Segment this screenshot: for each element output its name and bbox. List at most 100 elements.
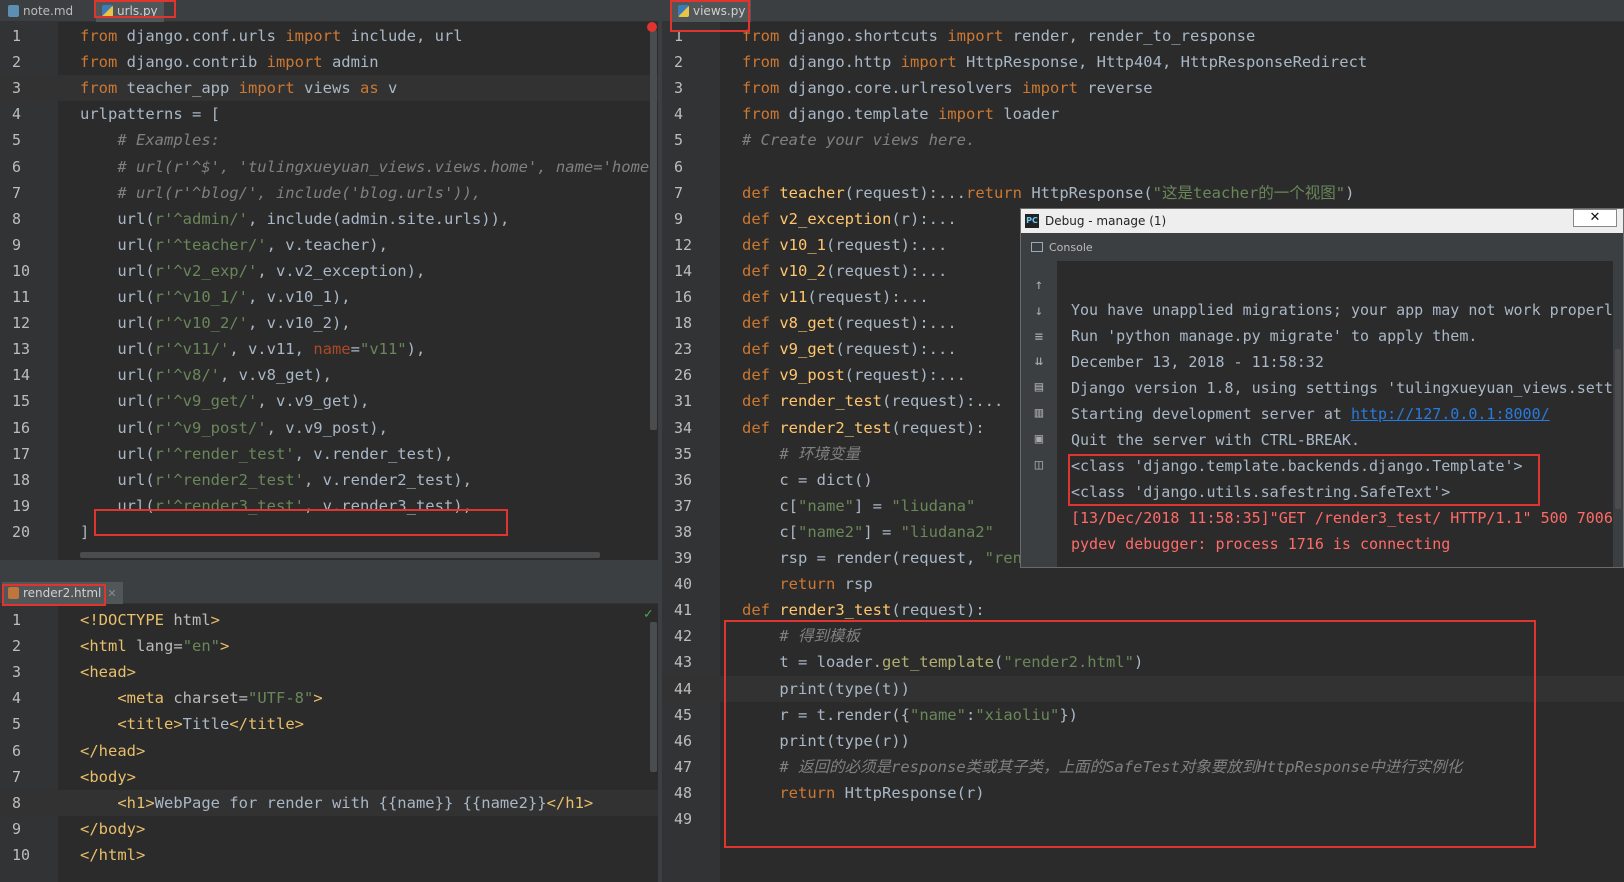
code-line[interactable]: 47 # 返回的必须是response类或其子类，上面的SafeTest对象要放… <box>662 754 1624 780</box>
terminal-icon[interactable]: ▣ <box>1031 431 1047 447</box>
code-line[interactable]: 13 url(r'^v11/', v.v11, name="v11"), <box>0 336 660 362</box>
tab-views-py[interactable]: views.py <box>672 0 752 22</box>
code-line[interactable]: 15 url(r'^v9_get/', v.v9_get), <box>0 388 660 414</box>
code-line[interactable]: 14 url(r'^v8/', v.v8_get), <box>0 362 660 388</box>
code-text: def render_test(request):... <box>742 392 1004 411</box>
urls-vscroll[interactable] <box>650 30 657 430</box>
render2-vscroll[interactable] <box>650 622 657 772</box>
debug-titlebar[interactable]: PC Debug - manage (1) ✕ <box>1021 209 1623 233</box>
tab-urls-py[interactable]: urls.py <box>96 0 164 22</box>
code-line[interactable]: 1 <!DOCTYPE html> <box>0 607 660 633</box>
tab-note-md[interactable]: note.md <box>2 0 79 22</box>
code-line[interactable]: 4 <meta charset="UTF-8"> <box>0 685 660 711</box>
print-icon[interactable]: ▤ <box>1031 379 1047 395</box>
code-line[interactable]: 2 <html lang="en"> <box>0 633 660 659</box>
code-text: from django.http import HttpResponse, Ht… <box>742 53 1368 72</box>
code-line[interactable]: 6 <box>662 154 1624 180</box>
code-line[interactable]: 10 </html> <box>0 842 660 868</box>
line-number: 40 <box>674 575 693 594</box>
close-tab-icon[interactable]: ✕ <box>107 587 116 600</box>
code-line[interactable]: 5 <title>Title</title> <box>0 711 660 737</box>
code-line[interactable]: 1 from django.conf.urls import include, u… <box>0 23 660 49</box>
code-line[interactable]: 3 from django.core.urlresolvers import re… <box>662 75 1624 101</box>
code-line[interactable]: 16 url(r'^v9_post/', v.v9_post), <box>0 415 660 441</box>
arrow-up-icon[interactable]: ↑ <box>1031 277 1047 293</box>
console-text: Starting development server at <box>1071 405 1351 423</box>
code-line[interactable]: 49 <box>662 806 1624 832</box>
code-line[interactable]: 4 from django.template import loader <box>662 101 1624 127</box>
code-line[interactable]: 43 t = loader.get_template("render2.html… <box>662 649 1624 675</box>
line-number: 6 <box>12 741 22 760</box>
code-text: # 返回的必须是response类或其子类，上面的SafeTest对象要放到Ht… <box>779 757 1463 776</box>
code-text: def render2_test(request): <box>742 418 985 437</box>
trash-icon[interactable]: ▥ <box>1031 405 1047 421</box>
line-number: 4 <box>674 105 684 124</box>
code-line[interactable]: 7 <body> <box>0 764 660 790</box>
debug-window[interactable]: PC Debug - manage (1) ✕ Console ↑ ↓ ≡ ⇊ … <box>1020 208 1624 568</box>
code-text: </html> <box>80 845 146 864</box>
code-line[interactable]: 20] <box>0 519 660 545</box>
console-line: Django version 1.8, using settings 'tuli… <box>1071 375 1613 401</box>
tab-console[interactable]: Console <box>1049 241 1093 254</box>
console-vscroll[interactable] <box>1615 349 1621 509</box>
code-line[interactable]: 10 url(r'^v2_exp/', v.v2_exception), <box>0 258 660 284</box>
code-line[interactable]: 9 url(r'^teacher/', v.teacher), <box>0 232 660 258</box>
code-line[interactable]: 41 def render3_test(request): <box>662 597 1624 623</box>
code-line[interactable]: 17 url(r'^render_test', v.render_test), <box>0 441 660 467</box>
line-number: 4 <box>12 105 22 124</box>
code-line[interactable]: 4 urlpatterns = [ <box>0 101 660 127</box>
console-line: [13/Dec/2018 11:58:35]"GET /render3_test… <box>1071 505 1613 531</box>
line-number: 6 <box>12 157 22 176</box>
code-line[interactable]: 9 </body> <box>0 816 660 842</box>
line-number: 36 <box>674 470 693 489</box>
code-line[interactable]: 6 </head> <box>0 738 660 764</box>
code-line[interactable]: 44 print(type(t)) <box>662 675 1624 702</box>
code-line[interactable]: 6 # url(r'^$', 'tulingxueyuan_views.view… <box>0 154 660 180</box>
code-line[interactable]: 45 r = t.render({"name":"xiaoliu"}) <box>662 702 1624 728</box>
line-number: 45 <box>674 705 693 724</box>
code-text: def v10_1(request):... <box>742 235 948 254</box>
scroll-to-end-icon[interactable]: ⇊ <box>1031 353 1047 369</box>
code-line[interactable]: 2 from django.http import HttpResponse, H… <box>662 49 1624 75</box>
line-number: 2 <box>12 637 22 656</box>
code-line[interactable]: 19 url(r'^render3_test', v.render3_test)… <box>0 493 660 519</box>
code-line[interactable]: 11 url(r'^v10_1/', v.v10_1), <box>0 284 660 310</box>
urls-hscroll[interactable] <box>80 552 600 558</box>
code-line[interactable]: 42 # 得到模板 <box>662 623 1624 649</box>
pin-icon[interactable]: ◫ <box>1031 457 1047 473</box>
code-line[interactable]: 48 return HttpResponse(r) <box>662 780 1624 806</box>
code-line[interactable]: 2 from django.contrib import admin <box>0 49 660 75</box>
code-text: url(r'^v10_1/', v.v10_1), <box>80 288 351 306</box>
console-line: pydev debugger: process 1716 is connecti… <box>1071 531 1450 557</box>
markdown-file-icon <box>8 5 19 17</box>
code-line[interactable]: 8 url(r'^admin/', include(admin.site.url… <box>0 206 660 232</box>
code-line[interactable]: 8 <h1>WebPage for render with {{name}} {… <box>0 789 660 816</box>
tab-render2-html[interactable]: render2.html ✕ <box>2 582 123 604</box>
soft-wrap-icon[interactable]: ≡ <box>1031 329 1047 345</box>
code-line[interactable]: 12 url(r'^v10_2/', v.v10_2), <box>0 310 660 336</box>
server-url-link[interactable]: http://127.0.0.1:8000/ <box>1351 405 1550 423</box>
line-number: 18 <box>12 470 31 489</box>
arrow-down-icon[interactable]: ↓ <box>1031 303 1047 319</box>
code-line[interactable]: 18 url(r'^render2_test', v.render2_test)… <box>0 467 660 493</box>
code-text: urlpatterns = [ <box>80 105 220 124</box>
close-button[interactable]: ✕ <box>1573 209 1617 227</box>
line-number: 3 <box>12 79 22 98</box>
line-number: 10 <box>12 261 31 280</box>
code-line[interactable]: 40 return rsp <box>662 571 1624 597</box>
code-line[interactable]: 1 from django.shortcuts import render, re… <box>662 23 1624 49</box>
line-number: 43 <box>674 653 693 672</box>
code-line[interactable]: 46 print(type(r)) <box>662 728 1624 754</box>
console-line: Quit the server with CTRL-BREAK. <box>1071 427 1360 453</box>
code-line[interactable]: 5 # Create your views here. <box>662 127 1624 153</box>
line-number: 31 <box>674 392 693 411</box>
console-output[interactable]: You have unapplied migrations; your app … <box>1057 261 1613 567</box>
code-line[interactable]: 3 <head> <box>0 659 660 685</box>
check-ok-icon: ✓ <box>644 606 653 622</box>
line-number: 14 <box>674 261 693 280</box>
console-text: Django version 1.8, using settings 'tuli… <box>1071 379 1613 397</box>
code-line[interactable]: 7 def teacher(request):...return HttpResp… <box>662 180 1624 206</box>
code-line[interactable]: 5 # Examples: <box>0 127 660 153</box>
code-line[interactable]: 7 # url(r'^blog/', include('blog.urls'))… <box>0 180 660 206</box>
code-line[interactable]: 3 from teacher_app import views as v <box>0 75 660 102</box>
